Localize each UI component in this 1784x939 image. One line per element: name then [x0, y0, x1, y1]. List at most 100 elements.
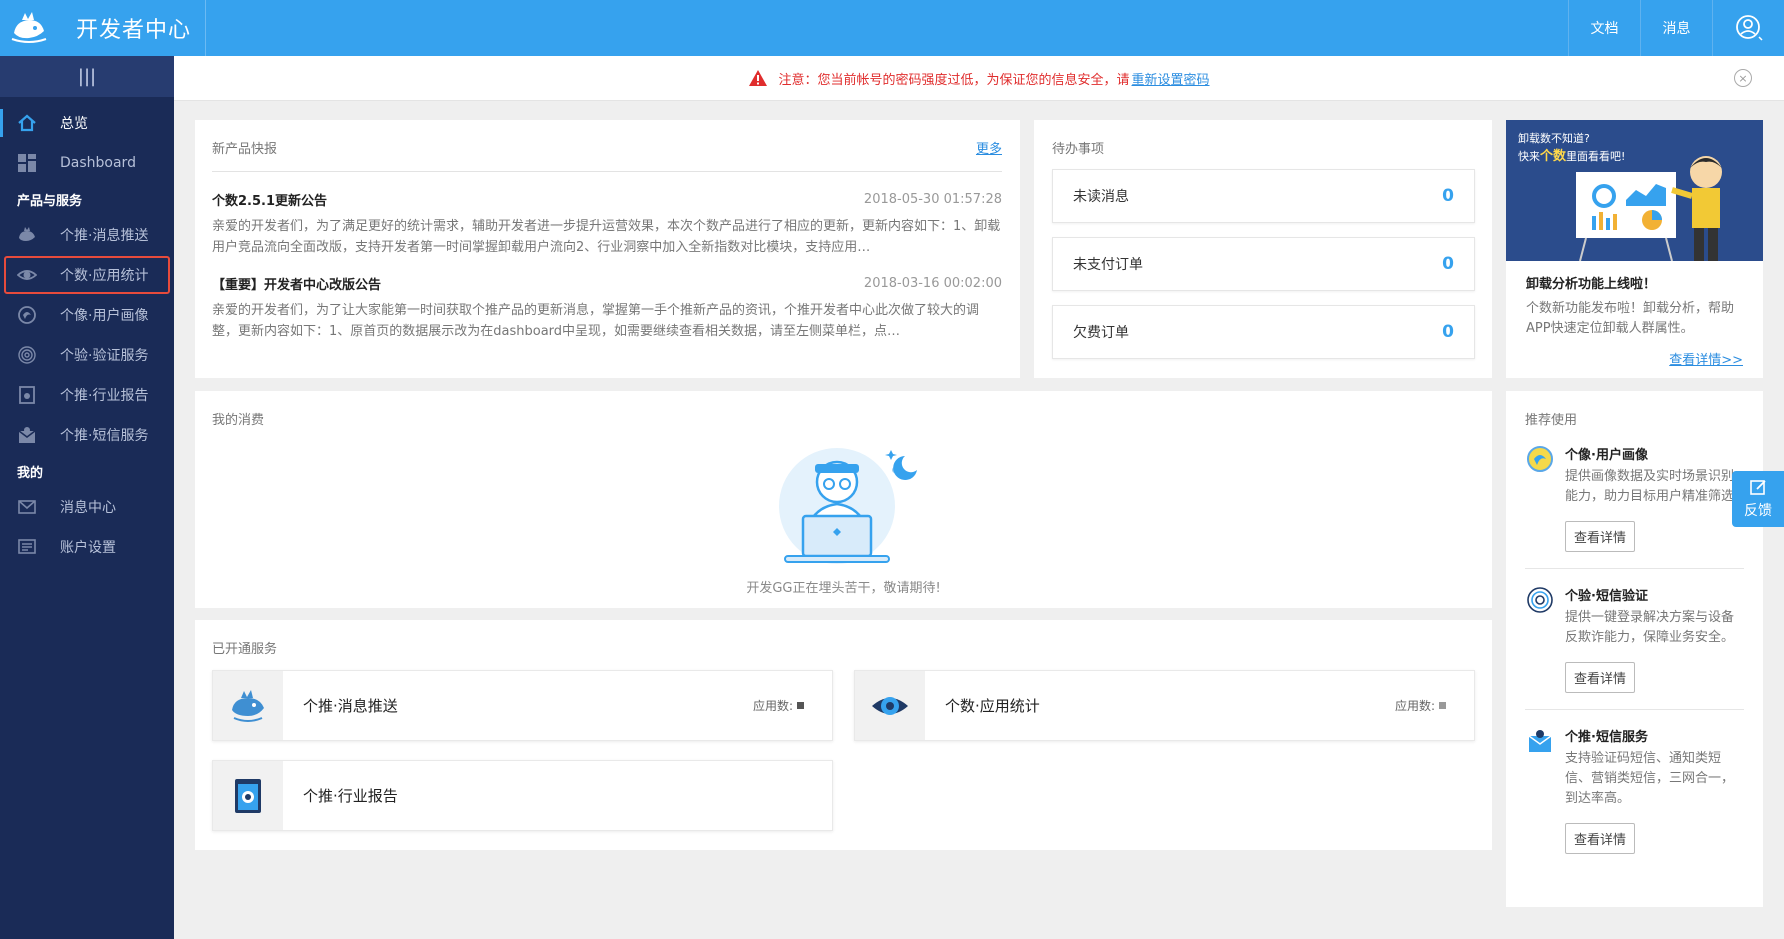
promo-details-link[interactable]: 查看详情>> [1526, 349, 1743, 368]
report-icon [16, 384, 38, 406]
push-whale-icon [213, 671, 283, 740]
news-item: 个数2.5.1更新公告 2018-05-30 01:57:28 亲爱的开发者们，… [212, 190, 1002, 258]
service-meta-label: 应用数: [752, 699, 793, 713]
sidebar-item-app-stats[interactable]: 个数·应用统计 [3, 255, 171, 295]
promo-description: 个数新功能发布啦！卸载分析，帮助APP快速定位卸载人群属性。 [1526, 301, 1735, 336]
service-industry-report[interactable]: 个推·行业报告 [212, 760, 833, 831]
todo-count: 0 [1442, 254, 1454, 274]
security-warning-bar: 注意：您当前帐号的密码强度过低，为保证您的信息安全，请 重新设置密码 × [174, 56, 1784, 101]
reset-password-link[interactable]: 重新设置密码 [1132, 69, 1210, 88]
news-body: 亲爱的开发者们，为了让大家能第一时间获取个推产品的更新消息，掌握第一手个推新产品… [212, 303, 980, 339]
whale-logo-icon[interactable] [8, 7, 50, 49]
view-details-button[interactable]: 查看详情 [1565, 521, 1636, 552]
fingerprint-icon [1525, 585, 1555, 615]
todo-label: 未读消息 [1073, 189, 1129, 205]
sidebar-item-label: 消息中心 [60, 500, 116, 516]
recommend-card: 推荐使用 个像·用户画像 提供画像数据及实时场景识别能力，助力目标用户精准筛选 … [1506, 391, 1763, 907]
sidebar-section-products: 产品与服务 [17, 193, 83, 209]
news-title: 新产品快报 [212, 142, 278, 157]
feedback-label: 反馈 [1744, 503, 1772, 519]
sidebar-item-label: 账户设置 [60, 540, 116, 556]
sidebar-item-push[interactable]: 个推·消息推送 [0, 215, 174, 255]
app-count-square-icon [1439, 702, 1446, 709]
sidebar: ||| 总览 Dashboard 产品与服务 个推·消息推送 个数·应用统计 个… [0, 56, 174, 939]
dashboard-icon [16, 152, 38, 174]
user-profile-icon [1525, 444, 1555, 474]
recommend-name: 个像·用户画像 [1565, 448, 1648, 463]
sidebar-item-label: 总览 [60, 116, 88, 132]
promo-title: 卸载分析功能上线啦！ [1526, 277, 1657, 292]
sidebar-item-user-profile[interactable]: 个像·用户画像 [0, 295, 174, 335]
news-headline[interactable]: 【重要】开发者中心改版公告 [212, 274, 381, 293]
news-date: 2018-03-16 00:02:00 [863, 276, 1002, 291]
top-bar: 开发者中心 文档 消息 [0, 0, 1784, 56]
service-name: 个数·应用统计 [945, 697, 1040, 715]
spending-empty-caption: 开发GG正在埋头苦干，敬请期待! [746, 581, 941, 596]
sidebar-item-overview[interactable]: 总览 [0, 103, 174, 143]
service-app-count: 应用数: [753, 697, 804, 714]
todo-count: 0 [1442, 322, 1454, 342]
recommend-name: 个推·短信服务 [1565, 730, 1648, 745]
mail-icon [16, 496, 38, 518]
spending-card: 我的消费 开发GG正在埋头苦干，敬请期待! [195, 391, 1492, 608]
sidebar-item-label: 个推·消息推送 [60, 228, 149, 244]
sidebar-section-mine: 我的 [17, 465, 44, 481]
feedback-edit-icon [1749, 478, 1767, 500]
sidebar-item-label: 个数·应用统计 [60, 268, 149, 284]
presenter-illustration-icon [1576, 156, 1722, 261]
news-more-link[interactable]: 更多 [976, 138, 1002, 157]
sidebar-item-dashboard[interactable]: Dashboard [0, 143, 174, 183]
sidebar-item-message-center[interactable]: 消息中心 [0, 487, 174, 527]
news-card: 新产品快报 更多 个数2.5.1更新公告 2018-05-30 01:57:28… [195, 120, 1020, 378]
promo-banner-image[interactable]: 卸载数不知道? 快来个数里面看看吧! [1506, 120, 1763, 261]
sidebar-collapse-button[interactable]: ||| [0, 56, 174, 97]
sidebar-item-sms[interactable]: 个推·短信服务 [0, 415, 174, 455]
sidebar-item-industry-report[interactable]: 个推·行业报告 [0, 375, 174, 415]
close-warning-icon[interactable]: × [1734, 69, 1752, 87]
todo-card: 待办事项 未读消息 0 未支付订单 0 欠费订单 0 [1034, 120, 1492, 378]
service-push[interactable]: 个推·消息推送 应用数: [212, 670, 833, 741]
view-details-button[interactable]: 查看详情 [1565, 823, 1636, 854]
news-body: 亲爱的开发者们，为了满足更好的统计需求，辅助开发者进一步提升运营效果，本次个数产… [212, 219, 1001, 255]
service-meta-label: 应用数: [1394, 699, 1435, 713]
sidebar-item-label: Dashboard [60, 155, 136, 171]
settings-list-icon [16, 536, 38, 558]
services-title: 已开通服务 [212, 642, 278, 657]
todo-unread-messages[interactable]: 未读消息 0 [1052, 169, 1475, 223]
service-name: 个推·消息推送 [303, 697, 398, 715]
services-card: 已开通服务 个推·消息推送 应用数: 个数·应用统计 应用数: 个推·行业报告 [195, 620, 1492, 850]
sidebar-item-label: 个验·验证服务 [60, 348, 149, 364]
recommend-name: 个验·短信验证 [1565, 589, 1648, 604]
sidebar-item-verify[interactable]: 个验·验证服务 [0, 335, 174, 375]
recommend-item: 个验·短信验证 提供一键登录解决方案与设备反欺诈能力，保障业务安全。 查看详情 [1525, 569, 1744, 710]
messages-link[interactable]: 消息 [1640, 0, 1712, 56]
feedback-button[interactable]: 反馈 [1732, 471, 1784, 527]
eye-icon [855, 671, 925, 740]
todo-count: 0 [1442, 186, 1454, 206]
warning-triangle-icon [748, 69, 768, 87]
profile-icon [16, 304, 38, 326]
recommend-title: 推荐使用 [1525, 413, 1578, 428]
view-details-button[interactable]: 查看详情 [1565, 662, 1636, 693]
sms-envelope-icon [16, 424, 38, 446]
docs-link[interactable]: 文档 [1568, 0, 1640, 56]
service-app-stats[interactable]: 个数·应用统计 应用数: [854, 670, 1475, 741]
sidebar-item-label: 个推·行业报告 [60, 388, 149, 404]
warning-text: 注意：您当前帐号的密码强度过低，为保证您的信息安全，请 [778, 72, 1130, 88]
report-book-icon [213, 761, 283, 830]
promo-card: 卸载数不知道? 快来个数里面看看吧! 卸载分析功能上线啦！ 个数新功能发布啦！卸… [1506, 120, 1763, 378]
sidebar-item-label: 个推·短信服务 [60, 428, 149, 444]
service-app-count: 应用数: [1395, 697, 1446, 714]
sidebar-item-account-settings[interactable]: 账户设置 [0, 527, 174, 567]
user-avatar-icon[interactable] [1712, 0, 1784, 56]
eye-icon [16, 264, 38, 286]
logo-area: 开发者中心 [0, 0, 206, 56]
todo-label: 未支付订单 [1073, 257, 1143, 273]
news-headline[interactable]: 个数2.5.1更新公告 [212, 190, 327, 209]
recommend-description: 提供画像数据及实时场景识别能力，助力目标用户精准筛选 [1565, 469, 1735, 504]
fingerprint-icon [16, 344, 38, 366]
todo-overdue-orders[interactable]: 欠费订单 0 [1052, 305, 1475, 359]
app-count-square-icon [797, 702, 804, 709]
todo-unpaid-orders[interactable]: 未支付订单 0 [1052, 237, 1475, 291]
todo-label: 欠费订单 [1073, 325, 1129, 341]
